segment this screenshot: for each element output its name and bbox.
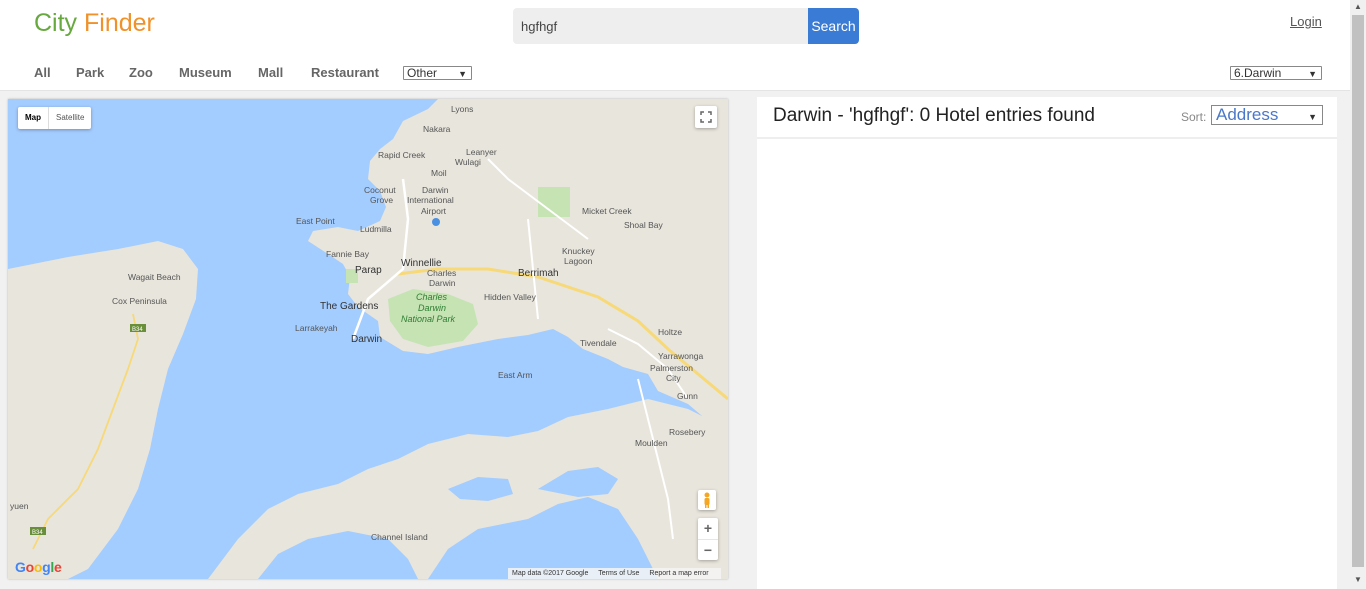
scroll-down-arrow-icon[interactable]: ▼	[1350, 573, 1366, 587]
map-label: Channel Island	[371, 532, 428, 542]
map-type-control: Map Satellite	[18, 107, 92, 129]
chevron-down-icon: ▼	[1308, 112, 1317, 122]
map-label: Lyons	[451, 104, 473, 114]
login-link[interactable]: Login	[1290, 14, 1322, 29]
map-canvas[interactable]: Lyons Nakara Leanyer Rapid Creek Wulagi …	[8, 99, 728, 579]
app-logo[interactable]: City Finder	[34, 9, 155, 38]
map-label: Fannie Bay	[326, 249, 370, 259]
map-label: Charles	[416, 292, 448, 302]
map-label: Hidden Valley	[484, 292, 537, 302]
map-label: Cox Peninsula	[112, 296, 167, 306]
nav-item-all[interactable]: All	[34, 65, 51, 80]
chevron-down-icon: ▼	[458, 69, 467, 79]
map-label: Yarrawonga	[658, 351, 703, 361]
map-label: Rosebery	[669, 427, 706, 437]
sort-select-value: Address	[1216, 105, 1279, 124]
map-label: Tivendale	[580, 338, 617, 348]
page-scrollbar[interactable]: ▲ ▼	[1350, 0, 1366, 589]
map-label: The Gardens	[320, 301, 378, 312]
map-label: Coconut	[364, 185, 396, 195]
map-label: Gunn	[677, 391, 698, 401]
map-label: Leanyer	[466, 147, 497, 157]
report-error-link[interactable]: Report a map error	[649, 570, 708, 577]
map-label: Moulden	[635, 438, 668, 448]
map-label: Shoal Bay	[624, 220, 663, 230]
road-shield: B34	[32, 530, 43, 536]
nav-item-zoo[interactable]: Zoo	[129, 65, 153, 80]
map-label: Nakara	[423, 124, 451, 134]
map-label: Lagoon	[564, 256, 593, 266]
map-data-text: Map data ©2017 Google	[512, 570, 589, 577]
logo-city: City	[34, 9, 78, 37]
main-content: Lyons Nakara Leanyer Rapid Creek Wulagi …	[0, 91, 1350, 589]
results-header: Darwin - 'hgfhgf': 0 Hotel entries found…	[757, 97, 1337, 139]
map-label: Wulagi	[455, 157, 481, 167]
map-type-satellite-button[interactable]: Satellite	[49, 107, 91, 129]
zoom-out-button[interactable]: −	[698, 540, 718, 561]
sort-label: Sort:	[1181, 110, 1207, 124]
terms-link[interactable]: Terms of Use	[598, 570, 639, 577]
results-title: Darwin - 'hgfhgf': 0 Hotel entries found	[773, 105, 1095, 126]
map-label: Berrimah	[518, 268, 559, 279]
nav-item-mall[interactable]: Mall	[258, 65, 283, 80]
map-label: Larrakeyah	[295, 323, 338, 333]
map-label: National Park	[401, 314, 456, 324]
city-select-value: 6.Darwin	[1234, 66, 1282, 80]
header: City Finder Search Login All Park Zoo Mu…	[0, 0, 1350, 91]
chevron-down-icon: ▼	[1308, 69, 1317, 79]
other-category-select[interactable]: Other ▼	[403, 66, 472, 80]
map-label: Charles	[427, 268, 456, 278]
logo-finder: Finder	[84, 9, 155, 37]
map-label: Parap	[355, 265, 382, 276]
road-shield: B34	[132, 327, 143, 333]
map-label: East Point	[296, 216, 335, 226]
map-label: Darwin	[418, 303, 446, 313]
map-attribution: Map data ©2017 Google Terms of Use Repor…	[508, 568, 721, 579]
sort-select[interactable]: Address ▼	[1211, 105, 1323, 125]
map-label: Micket Creek	[582, 206, 632, 216]
map-label: Wagait Beach	[128, 272, 181, 282]
map-label: yuen	[10, 501, 29, 511]
map-label: Grove	[370, 195, 393, 205]
scroll-up-arrow-icon[interactable]: ▲	[1350, 0, 1366, 14]
pegman-icon	[704, 492, 710, 508]
map-label: Ludmilla	[360, 224, 392, 234]
google-logo[interactable]: Google	[15, 559, 62, 575]
map-label: Rapid Creek	[378, 150, 426, 160]
zoom-control: + −	[698, 518, 718, 560]
map-label: City	[666, 373, 681, 383]
zoom-in-button[interactable]: +	[698, 518, 718, 540]
fullscreen-button[interactable]	[695, 106, 717, 128]
fullscreen-icon	[700, 111, 712, 123]
map-label: Darwin	[422, 185, 449, 195]
map-label: Knuckey	[562, 246, 595, 256]
map[interactable]: Lyons Nakara Leanyer Rapid Creek Wulagi …	[8, 99, 728, 579]
city-select[interactable]: 6.Darwin ▼	[1230, 66, 1322, 80]
map-label: Darwin	[351, 334, 382, 345]
street-view-pegman[interactable]	[698, 490, 716, 510]
map-label: Holtze	[658, 327, 682, 337]
search-input[interactable]	[513, 8, 809, 44]
scroll-thumb[interactable]	[1352, 15, 1364, 567]
map-label: Moil	[431, 168, 447, 178]
map-type-map-button[interactable]: Map	[18, 107, 49, 129]
nav-item-museum[interactable]: Museum	[179, 65, 232, 80]
map-label: Palmerston	[650, 363, 693, 373]
map-label: Darwin	[429, 278, 456, 288]
nav-item-park[interactable]: Park	[76, 65, 104, 80]
nav-item-restaurant[interactable]: Restaurant	[311, 65, 379, 80]
map-label: International	[407, 195, 454, 205]
other-select-value: Other	[407, 66, 438, 80]
results-panel: Darwin - 'hgfhgf': 0 Hotel entries found…	[757, 97, 1337, 589]
map-label: Airport	[421, 206, 447, 216]
map-label: East Arm	[498, 370, 532, 380]
search-button[interactable]: Search	[808, 8, 859, 44]
